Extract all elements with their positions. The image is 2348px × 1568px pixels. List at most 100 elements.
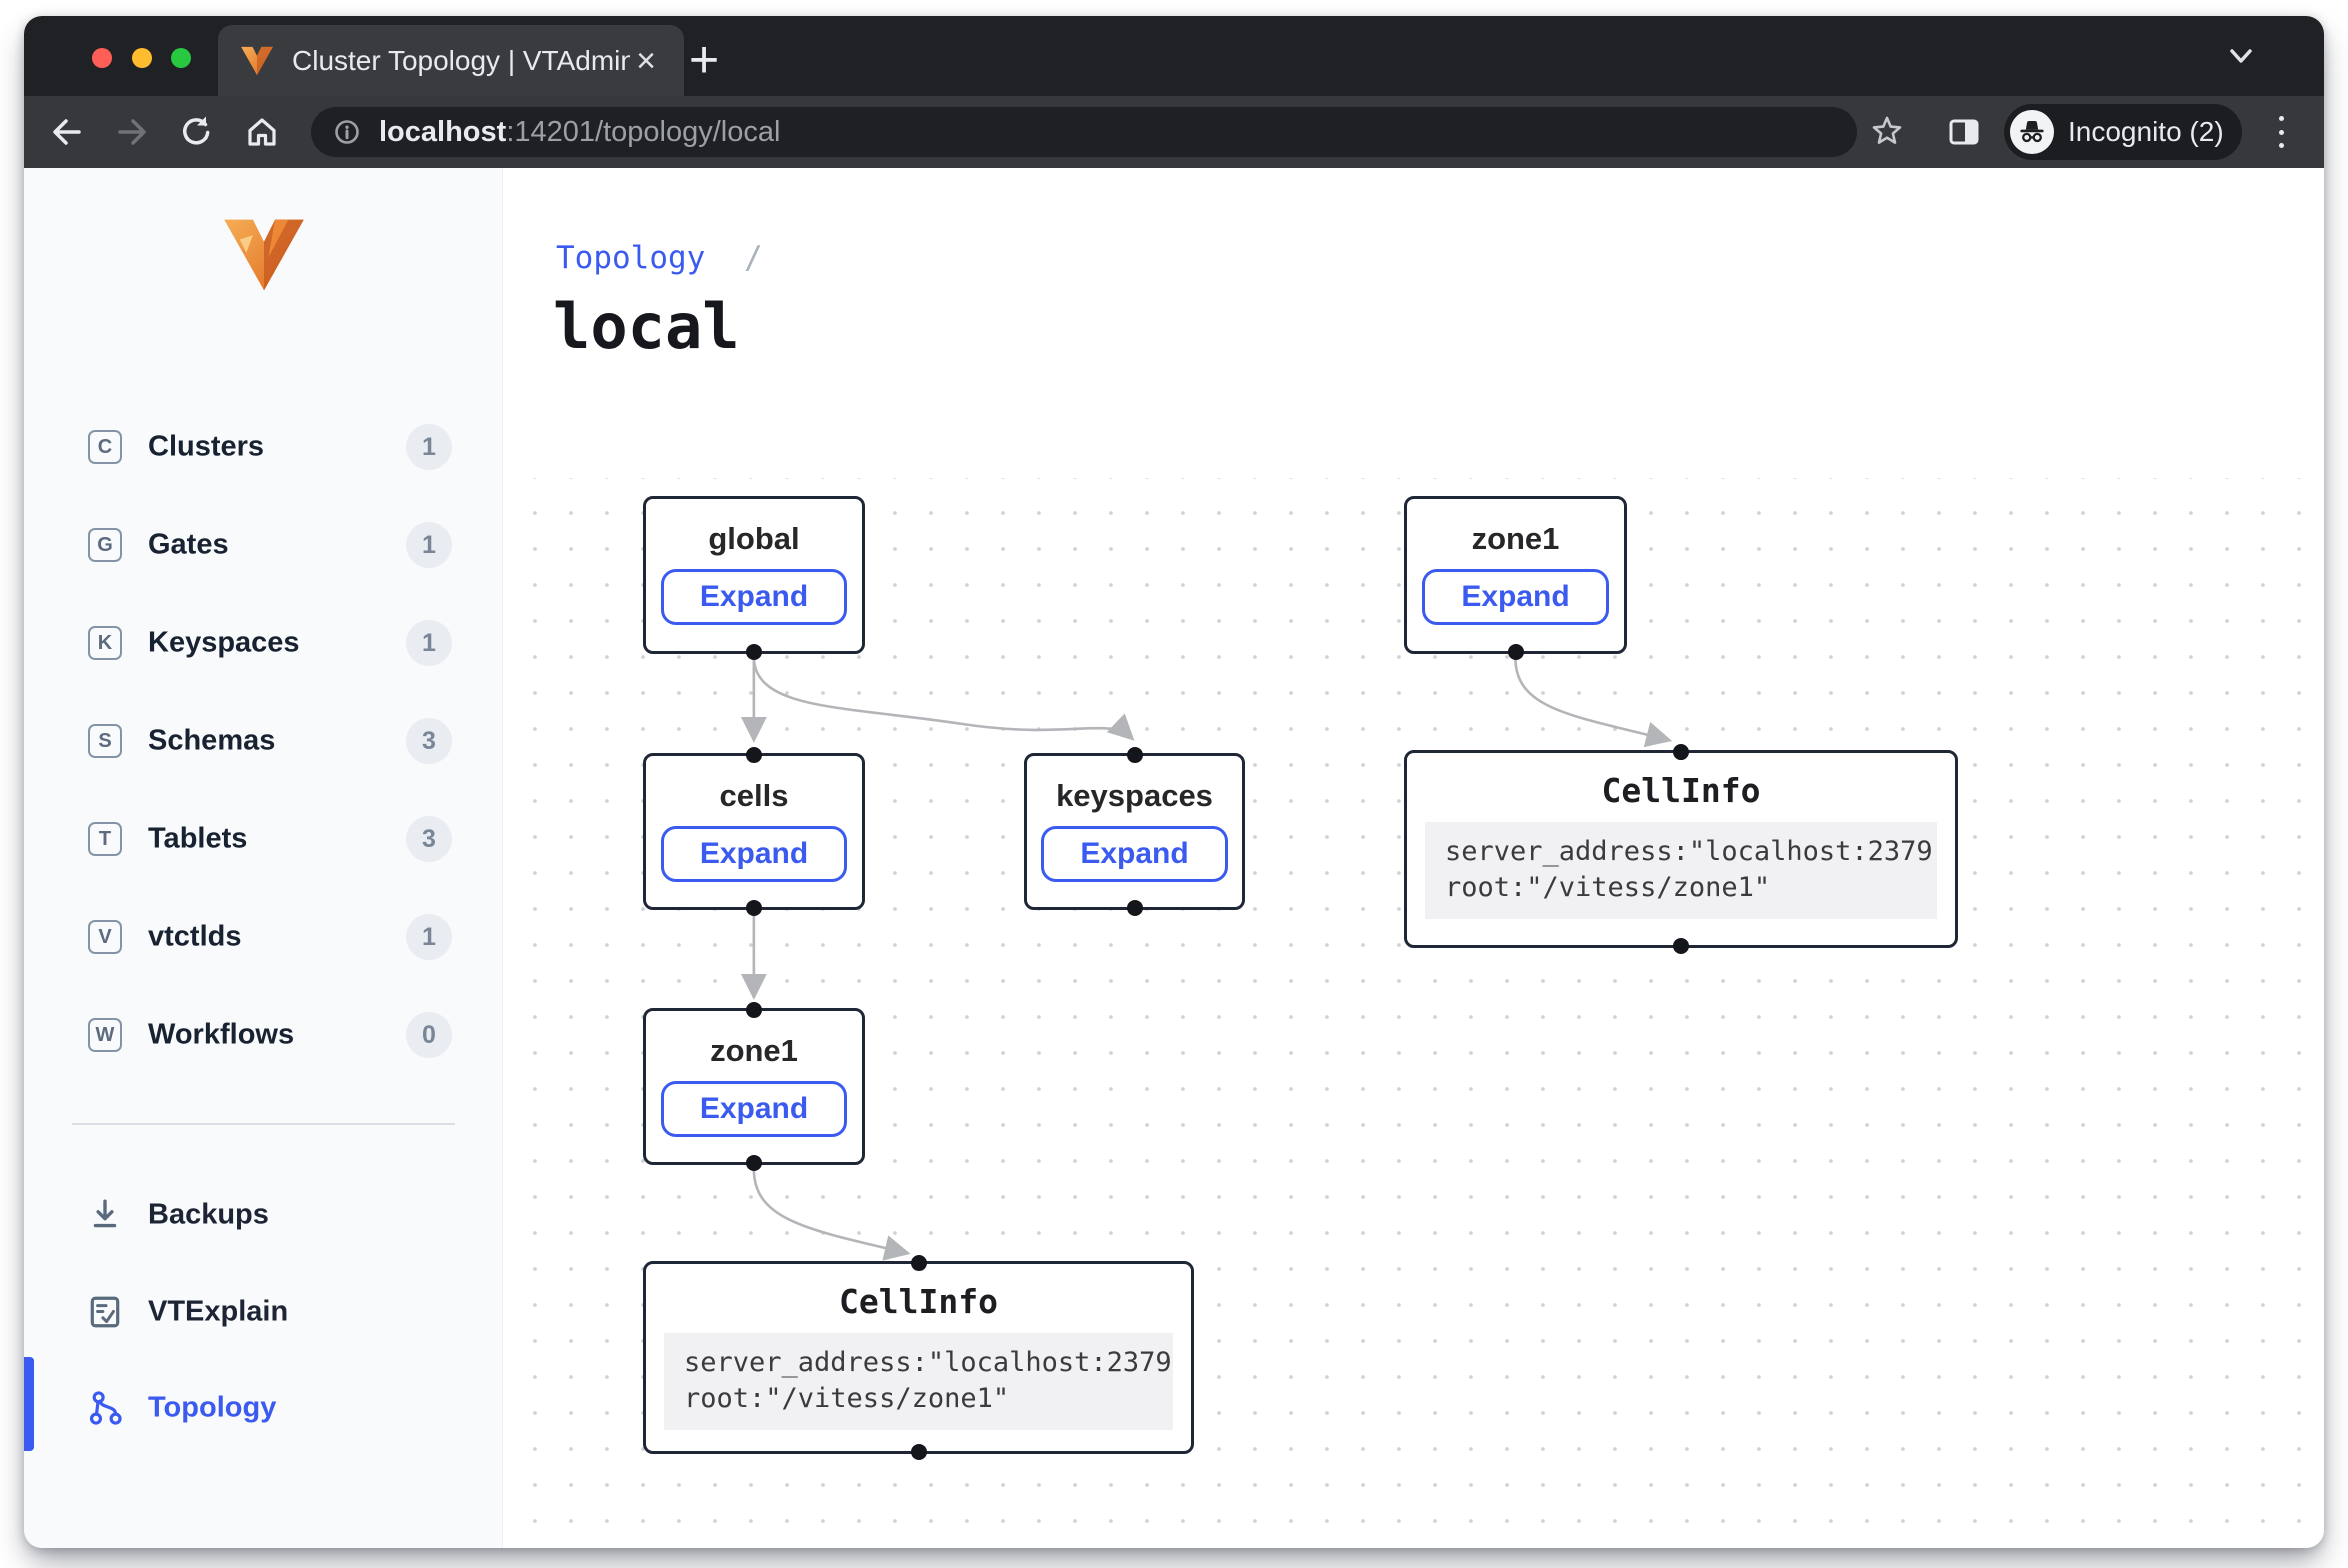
back-icon[interactable] <box>45 110 89 154</box>
sidebar-item-label: Schemas <box>148 725 275 758</box>
node-title: keyspaces <box>1056 778 1213 814</box>
reload-icon[interactable] <box>174 110 218 154</box>
forward-icon[interactable] <box>110 110 154 154</box>
url-path: :14201/topology/local <box>506 116 780 148</box>
sidebar-item-label: Backups <box>148 1199 269 1232</box>
incognito-label: Incognito (2) <box>2068 116 2224 148</box>
keyspaces-letter-icon: K <box>88 626 122 660</box>
count-badge: 1 <box>406 424 452 470</box>
connection-handle <box>746 1155 762 1171</box>
site-info-icon[interactable] <box>331 116 363 148</box>
expand-button[interactable]: Expand <box>661 1081 847 1137</box>
connection-handle <box>911 1444 927 1460</box>
node-zone1-lower[interactable]: zone1 Expand <box>643 1008 865 1165</box>
vitess-logo <box>222 216 306 294</box>
sidebar-item-keyspaces[interactable]: K Keyspaces 1 <box>24 611 502 675</box>
breadcrumb-topology-link[interactable]: Topology <box>556 240 705 276</box>
topology-canvas: global Expand zone1 Expand cells Expand <box>503 478 2324 1548</box>
sidebar-item-vtexplain[interactable]: VTExplain <box>24 1280 502 1344</box>
schemas-letter-icon: S <box>88 724 122 758</box>
close-window-button[interactable] <box>92 48 112 68</box>
tab-search-chevron-icon[interactable] <box>2222 44 2260 70</box>
sidebar-item-backups[interactable]: Backups <box>24 1183 502 1247</box>
main-content: Topology / local <box>503 168 2324 1548</box>
browser-menu-icon[interactable] <box>2272 114 2290 150</box>
side-panel-icon[interactable] <box>1942 110 1986 154</box>
connection-handle <box>746 1002 762 1018</box>
clusters-letter-icon: C <box>88 430 122 464</box>
tab-close-icon[interactable]: × <box>630 44 662 78</box>
download-icon <box>88 1197 122 1233</box>
node-cellinfo-zone1-top[interactable]: CellInfo server_address:"localhost:2379"… <box>1404 750 1958 948</box>
expand-button[interactable]: Expand <box>1041 826 1227 882</box>
tablets-letter-icon: T <box>88 822 122 856</box>
sidebar-item-clusters[interactable]: C Clusters 1 <box>24 415 502 479</box>
incognito-badge[interactable]: Incognito (2) <box>2004 104 2242 160</box>
browser-tab[interactable]: Cluster Topology | VTAdmin × <box>218 25 684 96</box>
page-title: local <box>553 290 740 363</box>
vitess-favicon-icon <box>240 46 274 76</box>
tab-title: Cluster Topology | VTAdmin <box>292 45 630 77</box>
sidebar: C Clusters 1 G Gates 1 K Keyspaces 1 S S… <box>24 168 503 1548</box>
sidebar-item-label: VTExplain <box>148 1296 288 1329</box>
node-cells[interactable]: cells Expand <box>643 753 865 910</box>
count-badge: 1 <box>406 620 452 666</box>
connection-handle <box>1127 900 1143 916</box>
sidebar-item-label: Topology <box>148 1392 276 1425</box>
sidebar-item-label: Gates <box>148 529 229 562</box>
url-bar[interactable]: localhost:14201/topology/local <box>311 107 1857 157</box>
vtctlds-letter-icon: V <box>88 920 122 954</box>
connection-handle <box>911 1255 927 1271</box>
sidebar-item-schemas[interactable]: S Schemas 3 <box>24 709 502 773</box>
breadcrumb-separator: / <box>744 240 763 276</box>
node-global[interactable]: global Expand <box>643 496 865 654</box>
expand-button[interactable]: Expand <box>1422 569 1608 625</box>
document-check-icon <box>88 1294 122 1330</box>
count-badge: 3 <box>406 718 452 764</box>
node-title: zone1 <box>1472 521 1560 557</box>
tab-strip: Cluster Topology | VTAdmin × + <box>24 16 2324 96</box>
count-badge: 0 <box>406 1012 452 1058</box>
node-title: CellInfo <box>839 1282 998 1321</box>
sidebar-item-tablets[interactable]: T Tablets 3 <box>24 807 502 871</box>
connection-handle <box>746 900 762 916</box>
incognito-icon <box>2010 110 2054 154</box>
workflows-letter-icon: W <box>88 1018 122 1052</box>
count-badge: 1 <box>406 914 452 960</box>
expand-button[interactable]: Expand <box>661 826 847 882</box>
gates-letter-icon: G <box>88 528 122 562</box>
sidebar-item-vtctlds[interactable]: V vtctlds 1 <box>24 905 502 969</box>
connection-handle <box>1127 747 1143 763</box>
count-badge: 1 <box>406 522 452 568</box>
topology-icon <box>88 1390 122 1426</box>
active-nav-indicator <box>24 1357 34 1451</box>
node-title: cells <box>720 778 789 814</box>
url-text: localhost:14201/topology/local <box>379 116 780 149</box>
new-tab-button[interactable]: + <box>676 32 732 88</box>
connection-handle <box>1673 744 1689 760</box>
browser-window: Cluster Topology | VTAdmin × + <box>24 16 2324 1548</box>
url-host: localhost <box>379 116 506 148</box>
browser-toolbar: localhost:14201/topology/local <box>24 96 2324 168</box>
connection-handle <box>1508 644 1524 660</box>
sidebar-item-workflows[interactable]: W Workflows 0 <box>24 1003 502 1067</box>
connection-handle <box>746 747 762 763</box>
expand-button[interactable]: Expand <box>661 569 847 625</box>
sidebar-item-label: Keyspaces <box>148 627 300 660</box>
sidebar-item-label: vtctlds <box>148 921 241 954</box>
node-title: zone1 <box>710 1033 798 1069</box>
node-title: global <box>708 521 799 557</box>
home-icon[interactable] <box>240 110 284 154</box>
connection-handle <box>746 644 762 660</box>
cellinfo-code: server_address:"localhost:2379" root:"/v… <box>664 1333 1173 1430</box>
bookmark-star-icon[interactable] <box>1865 110 1909 154</box>
sidebar-item-gates[interactable]: G Gates 1 <box>24 513 502 577</box>
minimize-window-button[interactable] <box>132 48 152 68</box>
node-zone1-top[interactable]: zone1 Expand <box>1404 496 1627 654</box>
zoom-window-button[interactable] <box>171 48 191 68</box>
connection-handle <box>1673 938 1689 954</box>
node-cellinfo-zone1-lower[interactable]: CellInfo server_address:"localhost:2379"… <box>643 1261 1194 1454</box>
node-keyspaces[interactable]: keyspaces Expand <box>1024 753 1245 910</box>
sidebar-item-topology[interactable]: Topology <box>24 1376 502 1440</box>
sidebar-item-label: Clusters <box>148 431 264 464</box>
